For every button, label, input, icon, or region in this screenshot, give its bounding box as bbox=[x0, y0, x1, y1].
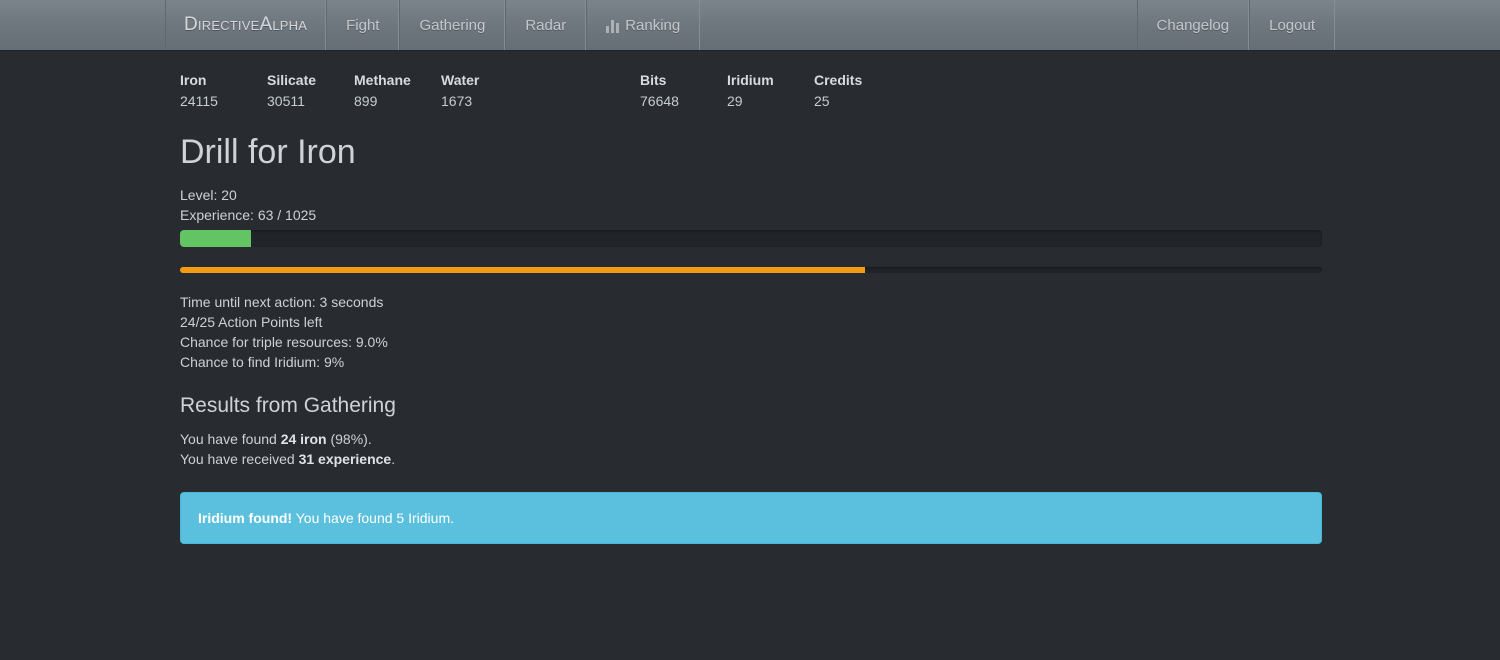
nav-item-label: Radar bbox=[525, 16, 567, 34]
result-line-experience: You have received 31 experience. bbox=[180, 449, 1320, 470]
resource-credits: Credits 25 bbox=[814, 70, 901, 112]
result-received-suffix: . bbox=[391, 451, 396, 468]
nav-item-label: Gathering bbox=[419, 16, 486, 34]
experience-progress-track bbox=[180, 230, 1322, 248]
nav-item-label: Ranking bbox=[625, 16, 681, 34]
resource-bits: Bits 76648 bbox=[640, 70, 727, 112]
alert-title: Iridium found! bbox=[198, 509, 293, 526]
page-container: Iron 24115 Silicate 30511 Methane 899 Wa… bbox=[165, 51, 1335, 544]
nav-item-ranking[interactable]: Ranking bbox=[586, 0, 701, 50]
resource-label: Iron bbox=[180, 72, 207, 88]
experience-text: Experience: 63 / 1025 bbox=[180, 207, 317, 224]
top-navbar: DirectiveAlpha Fight Gathering Radar Ran… bbox=[0, 0, 1500, 51]
status-line-action-points: 24/25 Action Points left bbox=[180, 314, 323, 331]
result-found-amount: 24 iron bbox=[280, 430, 327, 447]
result-received-prefix: You have received bbox=[180, 451, 299, 468]
nav-item-label: Fight bbox=[346, 16, 380, 34]
resource-methane: Methane 899 bbox=[354, 70, 441, 112]
results-block: You have found 24 iron (98%). You have r… bbox=[180, 429, 1320, 470]
nav-item-logout[interactable]: Logout bbox=[1249, 0, 1335, 50]
bar-chart-icon bbox=[606, 19, 620, 33]
nav-item-changelog[interactable]: Changelog bbox=[1136, 0, 1250, 50]
resource-water: Water 1673 bbox=[441, 70, 528, 112]
resource-label: Iridium bbox=[727, 72, 774, 88]
navbar-inner: DirectiveAlpha Fight Gathering Radar Ran… bbox=[165, 0, 1335, 50]
status-line-next-action: Time until next action: 3 seconds bbox=[180, 294, 384, 311]
resource-label: Water bbox=[441, 72, 480, 88]
result-found-suffix: (98%). bbox=[326, 430, 372, 447]
resource-value: 76648 bbox=[640, 93, 679, 109]
nav-item-label: Logout bbox=[1269, 16, 1315, 34]
resource-value: 25 bbox=[814, 93, 830, 109]
result-found-prefix: You have found bbox=[180, 430, 281, 447]
nav-item-radar[interactable]: Radar bbox=[505, 0, 587, 50]
resource-value: 30511 bbox=[267, 93, 305, 109]
experience-progress-bar bbox=[180, 230, 251, 248]
result-received-amount: 31 experience bbox=[298, 451, 392, 468]
resource-value: 29 bbox=[727, 93, 743, 109]
resource-label: Silicate bbox=[267, 72, 317, 88]
page-title: Drill for Iron bbox=[180, 133, 356, 171]
resource-label: Methane bbox=[354, 72, 411, 88]
navbar-right-group: Changelog Logout bbox=[1136, 0, 1335, 50]
resource-bar: Iron 24115 Silicate 30511 Methane 899 Wa… bbox=[180, 51, 1320, 112]
nav-item-label: Changelog bbox=[1156, 16, 1230, 34]
resource-iron: Iron 24115 bbox=[180, 70, 267, 112]
nav-item-gathering[interactable]: Gathering bbox=[399, 0, 506, 50]
status-line-triple-chance: Chance for triple resources: 9.0% bbox=[180, 334, 388, 351]
nav-item-fight[interactable]: Fight bbox=[326, 0, 400, 50]
alert-message: You have found 5 Iridium. bbox=[292, 509, 454, 526]
iridium-found-alert: Iridium found! You have found 5 Iridium. bbox=[180, 491, 1322, 544]
resource-silicate: Silicate 30511 bbox=[267, 70, 354, 112]
resource-iridium: Iridium 29 bbox=[727, 70, 814, 112]
brand-label: DirectiveAlpha bbox=[184, 14, 308, 35]
level-text: Level: 20 bbox=[180, 187, 237, 204]
resource-label: Credits bbox=[814, 72, 863, 88]
resource-label: Bits bbox=[640, 72, 667, 88]
action-timer-progress-bar bbox=[180, 267, 866, 274]
resource-value: 1673 bbox=[441, 93, 473, 109]
resource-value: 899 bbox=[354, 93, 378, 109]
resource-group-primary: Iron 24115 Silicate 30511 Methane 899 Wa… bbox=[180, 70, 528, 112]
result-line-found: You have found 24 iron (98%). bbox=[180, 429, 1320, 450]
resource-value: 24115 bbox=[180, 93, 218, 109]
navbar-left-group: DirectiveAlpha Fight Gathering Radar Ran… bbox=[165, 0, 701, 50]
status-block: Time until next action: 3 seconds 24/25 … bbox=[180, 292, 1320, 372]
brand-logo[interactable]: DirectiveAlpha bbox=[165, 0, 327, 50]
resource-group-secondary: Bits 76648 Iridium 29 Credits 25 bbox=[640, 70, 901, 112]
status-line-iridium-chance: Chance to find Iridium: 9% bbox=[180, 354, 345, 371]
results-heading: Results from Gathering bbox=[180, 394, 396, 418]
action-timer-progress-track bbox=[180, 267, 1322, 274]
